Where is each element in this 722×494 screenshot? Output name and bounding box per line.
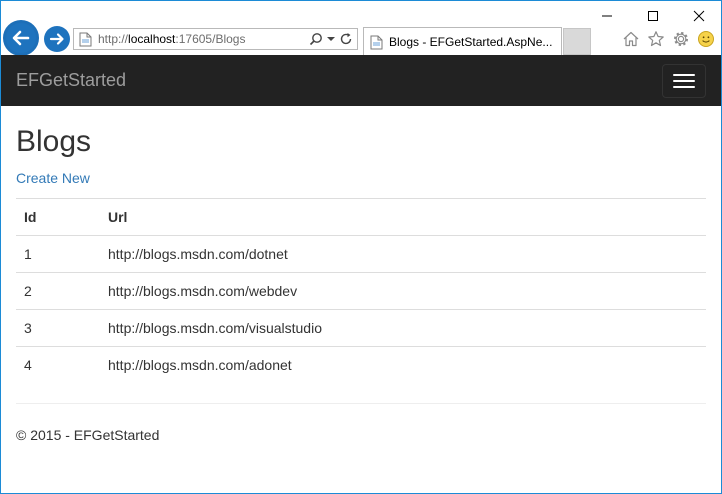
create-new-link[interactable]: Create New: [16, 170, 90, 186]
page-icon: [79, 32, 92, 47]
column-header-id: Id: [16, 198, 100, 236]
table-row: 1 http://blogs.msdn.com/dotnet: [16, 235, 706, 273]
cell-id: 1: [16, 235, 100, 273]
navbar-toggle-button[interactable]: [662, 64, 706, 98]
url-scheme: http://: [98, 32, 129, 46]
table-row: 4 http://blogs.msdn.com/adonet: [16, 346, 706, 383]
home-icon[interactable]: [622, 30, 640, 48]
cell-id: 4: [16, 346, 100, 383]
navbar-brand[interactable]: EFGetStarted: [16, 70, 126, 91]
back-button[interactable]: [3, 20, 39, 56]
new-tab-button[interactable]: [563, 28, 591, 55]
url-path: :17605/Blogs: [175, 32, 246, 46]
browser-toolbar: [622, 30, 715, 48]
tab-blogs[interactable]: Blogs - EFGetStarted.AspNe...: [363, 27, 562, 55]
browser-chrome: http://localhost:17605/Blogs Blogs - EFG…: [1, 1, 721, 56]
settings-gear-icon[interactable]: [672, 30, 690, 48]
smiley-feedback-icon[interactable]: [697, 30, 715, 48]
minimize-icon[interactable]: [584, 3, 630, 29]
tab-title: Blogs - EFGetStarted.AspNe...: [389, 35, 553, 49]
address-bar[interactable]: http://localhost:17605/Blogs: [73, 28, 358, 50]
url-host: localhost: [128, 32, 176, 46]
table-header-row: Id Url: [16, 198, 706, 236]
address-url: http://localhost:17605/Blogs: [98, 29, 245, 49]
hamburger-icon: [673, 74, 695, 76]
close-icon[interactable]: [676, 3, 721, 29]
footer-divider: [16, 403, 706, 404]
hamburger-icon: [673, 80, 695, 82]
search-icon[interactable]: [309, 32, 323, 46]
cell-id: 3: [16, 309, 100, 347]
page-icon: [370, 35, 383, 50]
column-header-url: Url: [100, 198, 706, 236]
browser-window: http://localhost:17605/Blogs Blogs - EFG…: [0, 0, 722, 494]
forward-button[interactable]: [44, 26, 70, 52]
cell-url: http://blogs.msdn.com/dotnet: [100, 235, 706, 273]
maximize-icon[interactable]: [630, 3, 676, 29]
cell-url: http://blogs.msdn.com/visualstudio: [100, 309, 706, 347]
refresh-icon[interactable]: [339, 32, 353, 46]
blogs-table: Id Url 1 http://blogs.msdn.com/dotnet 2 …: [16, 198, 706, 383]
hamburger-icon: [673, 86, 695, 88]
favorites-star-icon[interactable]: [647, 30, 665, 48]
table-row: 2 http://blogs.msdn.com/webdev: [16, 272, 706, 310]
cell-url: http://blogs.msdn.com/webdev: [100, 272, 706, 310]
table-row: 3 http://blogs.msdn.com/visualstudio: [16, 309, 706, 347]
dropdown-icon[interactable]: [327, 36, 335, 42]
cell-id: 2: [16, 272, 100, 310]
page-title: Blogs: [16, 125, 92, 158]
back-arrow-icon: [6, 23, 36, 53]
site-navbar: EFGetStarted: [1, 55, 721, 106]
footer-text: © 2015 - EFGetStarted: [16, 427, 160, 443]
cell-url: http://blogs.msdn.com/adonet: [100, 346, 706, 383]
forward-arrow-icon: [49, 33, 64, 45]
